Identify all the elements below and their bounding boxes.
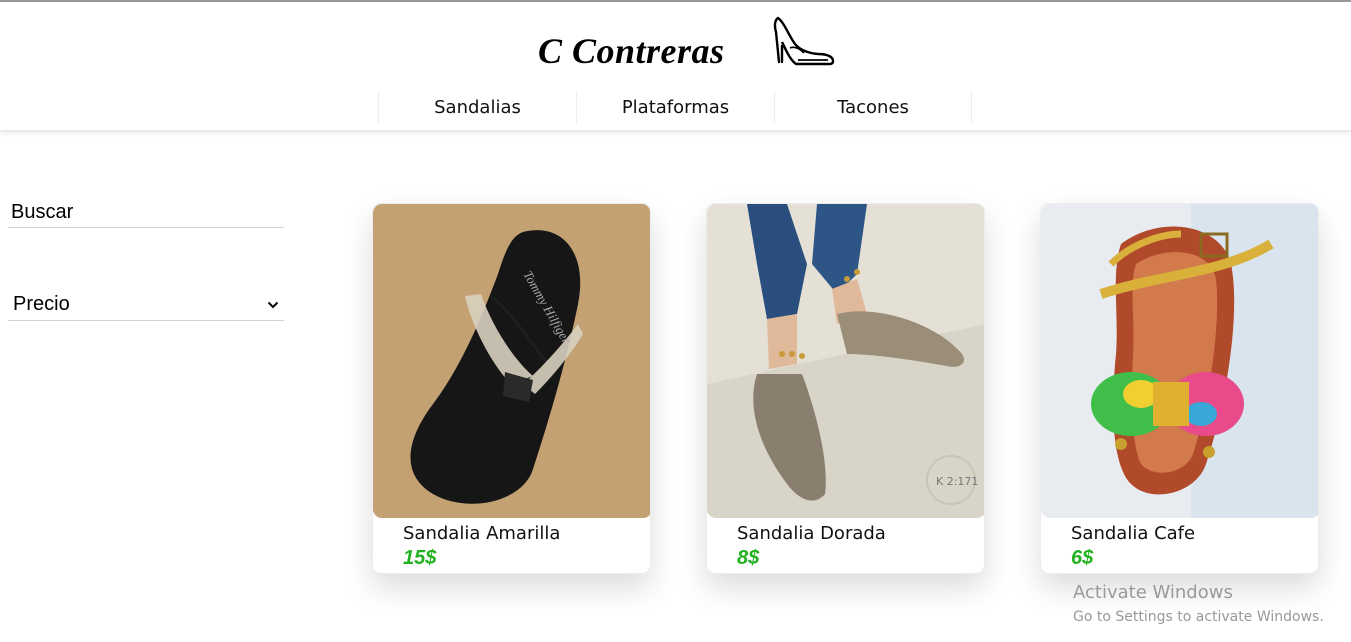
product-card[interactable]: Tommy Hilfiger Sandalia Amarilla 15$ (372, 203, 651, 574)
product-name: Sandalia Cafe (1071, 523, 1196, 544)
product-image-floral-sandal[interactable] (1041, 204, 1319, 518)
product-name: Sandalia Amarilla (403, 523, 561, 544)
nav-plataformas[interactable]: Plataformas (576, 91, 774, 123)
price-select-label: Precio (13, 293, 70, 315)
product-card[interactable]: K 2:171 Sandalia Dorada 8$ (706, 203, 985, 574)
image-watermark: K 2:171 (936, 475, 978, 488)
product-name: Sandalia Dorada (737, 523, 886, 544)
search-input[interactable] (8, 198, 284, 228)
product-image-flip-flop[interactable]: Tommy Hilfiger (373, 204, 651, 518)
product-price: 15$ (403, 547, 437, 569)
price-select[interactable]: Precio (8, 289, 284, 321)
main-nav: Sandalias Plataformas Tacones (378, 91, 972, 123)
brand-title[interactable]: C Contreras (538, 30, 725, 72)
nav-sandalias[interactable]: Sandalias (378, 91, 576, 123)
product-card[interactable]: Sandalia Cafe 6$ (1040, 203, 1319, 574)
product-image-gold-flats[interactable]: K 2:171 (707, 204, 985, 518)
watermark-title: Activate Windows (1073, 582, 1233, 603)
nav-tacones[interactable]: Tacones (774, 91, 972, 123)
product-price: 8$ (737, 547, 760, 569)
site-header: C Contreras Sandalias Plataformas Tacone… (0, 2, 1351, 131)
windows-activation-watermark: Activate Windows Go to Settings to activ… (1073, 582, 1324, 625)
watermark-subtitle: Go to Settings to activate Windows. (1073, 609, 1324, 625)
product-price: 6$ (1071, 547, 1094, 569)
high-heel-shoe-icon (773, 16, 835, 66)
chevron-down-icon (267, 301, 279, 308)
